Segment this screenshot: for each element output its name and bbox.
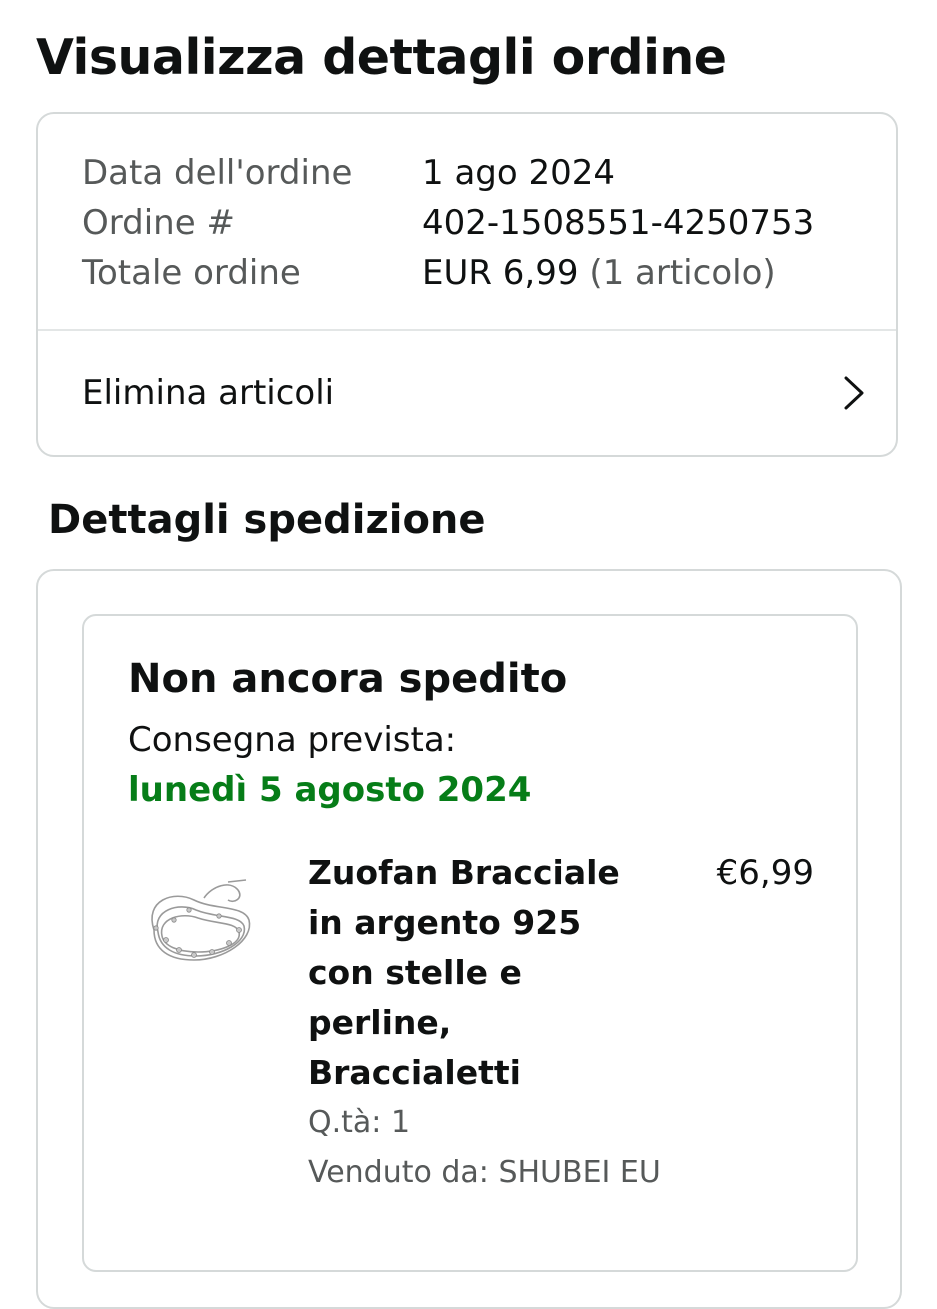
- delivery-estimate-date: lunedì 5 agosto 2024: [128, 770, 532, 810]
- delivery-estimate-label: Consegna prevista:: [128, 720, 457, 760]
- product-price: €6,99: [716, 853, 814, 893]
- order-number-label: Ordine #: [82, 203, 235, 243]
- remove-items-row[interactable]: Elimina articoli: [38, 331, 896, 455]
- bracelet-image[interactable]: [134, 860, 264, 980]
- page-title: Visualizza dettagli ordine: [36, 29, 727, 86]
- order-summary-rows: Data dell'ordine 1 ago 2024 Ordine # 402…: [82, 148, 814, 298]
- order-number-value: 402-1508551-4250753: [422, 203, 815, 243]
- product-quantity: Q.tà: 1: [308, 1105, 411, 1140]
- order-date-label: Data dell'ordine: [82, 153, 353, 193]
- order-total-amount: EUR 6,99: [422, 253, 579, 293]
- product-seller: Venduto da: SHUBEI EU: [308, 1155, 661, 1190]
- order-total-row: Totale ordine EUR 6,99 (1 articolo): [82, 248, 814, 298]
- order-total-value: EUR 6,99 (1 articolo): [422, 253, 776, 293]
- chevron-right-icon: [842, 375, 866, 411]
- order-date-row: Data dell'ordine 1 ago 2024: [82, 148, 814, 198]
- shipment-status: Non ancora spedito: [128, 656, 568, 702]
- shipment-box: Non ancora spedito Consegna prevista: lu…: [82, 614, 858, 1272]
- remove-items-label: Elimina articoli: [82, 373, 335, 413]
- order-total-item-count: (1 articolo): [589, 253, 776, 293]
- order-number-row: Ordine # 402-1508551-4250753: [82, 198, 814, 248]
- order-date-value: 1 ago 2024: [422, 153, 615, 193]
- shipping-card: Non ancora spedito Consegna prevista: lu…: [36, 569, 902, 1309]
- order-total-label: Totale ordine: [82, 253, 301, 293]
- shipping-section-title: Dettagli spedizione: [48, 497, 486, 543]
- order-summary-card: Data dell'ordine 1 ago 2024 Ordine # 402…: [36, 112, 898, 457]
- product-title-link[interactable]: Zuofan Bracciale in argento 925 con stel…: [308, 848, 638, 1098]
